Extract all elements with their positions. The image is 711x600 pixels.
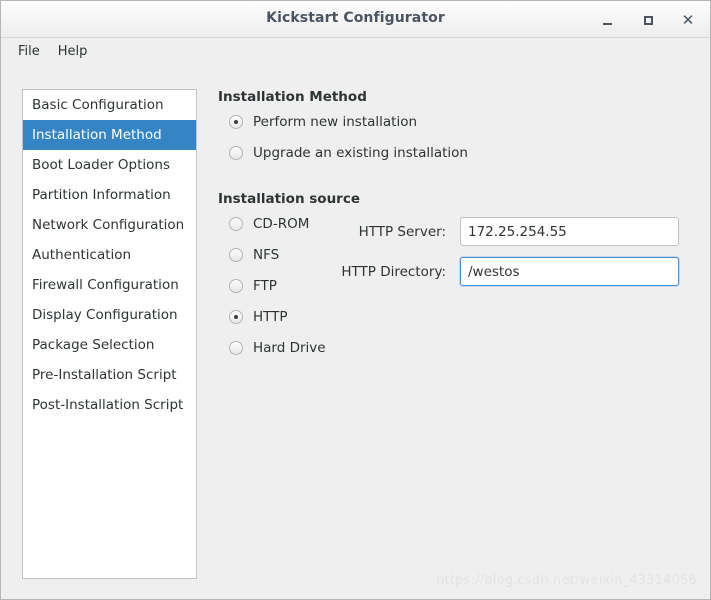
radio-cdrom[interactable]: CD-ROM (229, 216, 309, 232)
radio-label: Upgrade an existing installation (253, 145, 468, 161)
radio-button-icon (229, 310, 243, 324)
sidebar-item-network-configuration[interactable]: Network Configuration (23, 210, 196, 240)
http-server-row: HTTP Server: (318, 217, 679, 246)
http-server-input[interactable] (460, 217, 679, 246)
http-directory-row: HTTP Directory: (318, 257, 679, 286)
maximize-button[interactable] (637, 9, 659, 31)
radio-button-icon (229, 341, 243, 355)
radio-label: FTP (253, 278, 277, 294)
http-directory-label: HTTP Directory: (341, 263, 446, 280)
sidebar-item-authentication[interactable]: Authentication (23, 240, 196, 270)
sidebar-list[interactable]: Basic Configuration Installation Method … (22, 89, 197, 579)
sidebar-item-installation-method[interactable]: Installation Method (23, 120, 196, 150)
settings-panel: Installation Method Perform new installa… (218, 89, 700, 591)
radio-upgrade-existing-installation[interactable]: Upgrade an existing installation (229, 145, 468, 161)
radio-button-icon (229, 146, 243, 160)
minimize-button[interactable] (596, 9, 618, 31)
menu-item-file[interactable]: File (9, 42, 49, 61)
close-icon: ✕ (681, 10, 695, 29)
radio-button-icon (229, 217, 243, 231)
http-server-label: HTTP Server: (358, 223, 446, 240)
sidebar-item-package-selection[interactable]: Package Selection (23, 330, 196, 360)
title-bar: Kickstart Configurator ✕ (1, 1, 710, 38)
content-area: Basic Configuration Installation Method … (1, 64, 710, 599)
watermark-text: https://blog.csdn.net/weixin_43314056 (436, 573, 697, 588)
menu-bar: File Help (1, 38, 710, 64)
radio-nfs[interactable]: NFS (229, 247, 279, 263)
radio-label: HTTP (253, 309, 288, 325)
radio-ftp[interactable]: FTP (229, 278, 277, 294)
sidebar-item-boot-loader-options[interactable]: Boot Loader Options (23, 150, 196, 180)
installation-source-heading: Installation source (218, 191, 361, 207)
radio-perform-new-installation[interactable]: Perform new installation (229, 114, 417, 130)
radio-label: Perform new installation (253, 114, 418, 130)
radio-http[interactable]: HTTP (229, 309, 288, 325)
radio-label: NFS (253, 247, 280, 263)
radio-button-icon (229, 115, 243, 129)
close-button[interactable]: ✕ (677, 9, 699, 31)
sidebar-item-pre-installation-script[interactable]: Pre-Installation Script (23, 360, 196, 390)
radio-button-icon (229, 248, 243, 262)
menu-item-help[interactable]: Help (49, 42, 97, 61)
application-window: Kickstart Configurator ✕ File Help Basic… (0, 0, 711, 600)
minimize-icon (602, 23, 612, 25)
radio-label: Hard Drive (253, 340, 326, 356)
installation-method-heading: Installation Method (218, 89, 367, 105)
sidebar-item-post-installation-script[interactable]: Post-Installation Script (23, 390, 196, 420)
sidebar-item-partition-information[interactable]: Partition Information (23, 180, 196, 210)
radio-hard-drive[interactable]: Hard Drive (229, 340, 326, 356)
radio-button-icon (229, 279, 243, 293)
sidebar-item-display-configuration[interactable]: Display Configuration (23, 300, 196, 330)
sidebar-item-basic-configuration[interactable]: Basic Configuration (23, 90, 196, 120)
http-directory-input[interactable] (460, 257, 679, 286)
radio-label: CD-ROM (253, 216, 310, 232)
sidebar-item-firewall-configuration[interactable]: Firewall Configuration (23, 270, 196, 300)
maximize-icon (643, 15, 653, 25)
